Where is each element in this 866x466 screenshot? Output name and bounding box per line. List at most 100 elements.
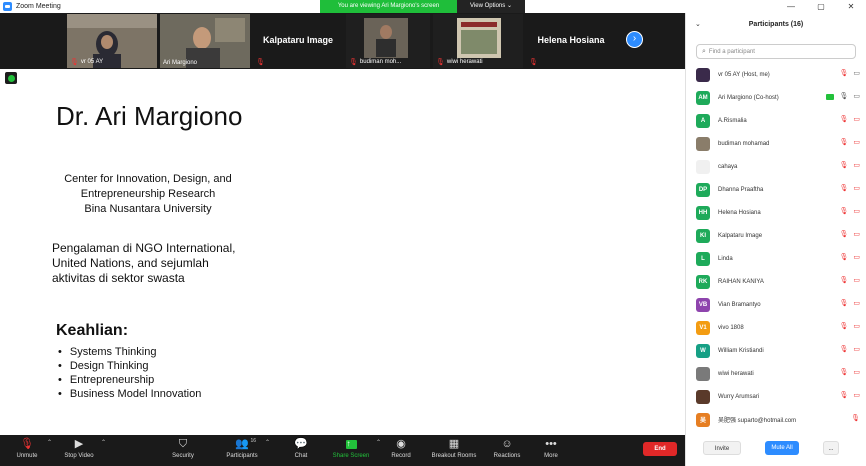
viewing-banner: You are viewing Ari Margiono's screen Vi… [320, 0, 525, 13]
participant-row[interactable]: V1 vivo 1808 🎙 ▭ [686, 316, 866, 339]
close-button[interactable]: ✕ [836, 0, 866, 13]
share-caret-icon[interactable]: ⌃ [376, 439, 381, 446]
participant-status-icons: 🎙 ▭ [839, 185, 860, 193]
unmute-caret-icon[interactable]: ⌃ [47, 439, 52, 446]
mic-on-icon[interactable]: 🎙 [839, 93, 848, 101]
video-on-icon[interactable]: ▭ [853, 70, 860, 78]
more-options-button[interactable]: ... [823, 441, 839, 455]
name-tile[interactable]: Kalpataru Image 🎙 [253, 14, 343, 68]
mic-off-icon[interactable]: 🎙 [839, 392, 848, 400]
mic-off-icon[interactable]: 🎙 [839, 70, 848, 78]
participant-row[interactable]: wiwi herawati 🎙 ▭ [686, 362, 866, 385]
participants-caret-icon[interactable]: ⌃ [265, 439, 270, 446]
invite-button[interactable]: Invite [703, 441, 741, 455]
skill-item: Design Thinking [58, 359, 201, 373]
mic-off-icon[interactable]: 🎙 [839, 323, 848, 331]
video-off-icon[interactable]: ▭ [853, 208, 860, 216]
participant-row[interactable]: vr 05 AY (Host, me) 🎙 ▭ [686, 63, 866, 86]
participants-button[interactable]: 👥 16 Participants ⌃ [220, 437, 270, 465]
slide-affiliation: Center for Innovation, Design, and Entre… [58, 172, 238, 217]
end-meeting-button[interactable]: End [643, 442, 677, 456]
participant-row[interactable]: HH Helena Hosiana 🎙 ▭ [686, 201, 866, 224]
security-button[interactable]: ⛉ Security [165, 437, 201, 465]
more-button[interactable]: ••• More [538, 437, 564, 465]
video-off-icon[interactable]: ▭ [853, 346, 860, 354]
mic-off-icon[interactable]: 🎙 [839, 185, 848, 193]
record-button[interactable]: ◉ Record [387, 437, 415, 465]
mic-off-icon[interactable]: 🎙 [839, 139, 848, 147]
mic-off-icon[interactable]: 🎙 [839, 116, 848, 124]
video-caret-icon[interactable]: ⌃ [101, 439, 106, 446]
participant-status-icons: 🎙 ▭ [839, 116, 860, 124]
stop-video-button[interactable]: ▶ Stop Video ⌃ [58, 437, 106, 465]
participant-row[interactable]: A A.Rismalia 🎙 ▭ [686, 109, 866, 132]
encryption-shield-icon[interactable] [5, 72, 17, 84]
minimize-button[interactable]: — [776, 0, 806, 13]
video-tile-active[interactable]: Ari Margiono [160, 14, 250, 68]
name-tile[interactable]: Helena Hosiana 🎙 [526, 14, 616, 68]
video-off-icon[interactable]: ▭ [853, 369, 860, 377]
maximize-button[interactable]: ▢ [806, 0, 836, 13]
video-off-icon[interactable]: ▭ [853, 323, 860, 331]
participant-row[interactable]: budiman mohamad 🎙 ▭ [686, 132, 866, 155]
tile-name: Ari Margiono [163, 60, 198, 66]
view-options-button[interactable]: View Options ⌄ [457, 0, 525, 13]
affiliation-line: Bina Nusantara University [84, 203, 212, 215]
mic-off-icon[interactable]: 🎙 [851, 415, 860, 423]
mic-off-icon[interactable]: 🎙 [839, 231, 848, 239]
mic-off-icon[interactable]: 🎙 [839, 369, 848, 377]
viewing-message: You are viewing Ari Margiono's screen [320, 0, 457, 13]
video-tile[interactable]: 🎙 wiwi herawati [433, 14, 523, 68]
participant-search-input[interactable]: ⌕ Find a participant [696, 44, 856, 59]
video-off-icon[interactable]: ▭ [853, 162, 860, 170]
tile-name: 🎙 budiman moh... [349, 59, 402, 66]
participant-name: Helena Hosiana [718, 209, 761, 216]
video-strip: 🎙 vr 05 AY Ari Margiono Kalpataru Image 🎙… [0, 13, 685, 69]
skill-item: Systems Thinking [58, 345, 201, 359]
mic-off-icon[interactable]: 🎙 [839, 277, 848, 285]
screen-share-icon [826, 94, 835, 100]
mic-off-icon[interactable]: 🎙 [839, 254, 848, 262]
participant-row[interactable]: Wurry Arumsari 🎙 ▭ [686, 385, 866, 408]
participant-row[interactable]: 吴 吴肥强 suparto@hotmail.com 🎙 [686, 408, 866, 431]
video-off-icon[interactable]: ▭ [853, 277, 860, 285]
video-tile[interactable]: 🎙 budiman moh... [346, 14, 430, 68]
video-off-icon[interactable]: ▭ [853, 185, 860, 193]
panel-header: ⌄ Participants (16) [686, 13, 866, 37]
video-off-icon[interactable]: ▭ [853, 231, 860, 239]
breakout-rooms-button[interactable]: ▦ Breakout Rooms [426, 437, 482, 465]
video-off-icon[interactable]: ▭ [853, 300, 860, 308]
participant-row[interactable]: AM Ari Margiono (Co-host) 🎙 ▭ [686, 86, 866, 109]
zoom-meeting-window: Zoom Meeting — ▢ ✕ You are viewing Ari M… [0, 0, 866, 466]
chat-button[interactable]: 💬 Chat [288, 437, 314, 465]
participant-row[interactable]: RK RAIHAN KANIYA 🎙 ▭ [686, 270, 866, 293]
participant-status-icons: 🎙 ▭ [839, 323, 860, 331]
participant-row[interactable]: L Linda 🎙 ▭ [686, 247, 866, 270]
participant-row[interactable]: DP Dhanna Praaftha 🎙 ▭ [686, 178, 866, 201]
video-off-icon[interactable]: ▭ [853, 392, 860, 400]
video-off-icon[interactable]: ▭ [853, 116, 860, 124]
video-off-icon[interactable]: ▭ [853, 139, 860, 147]
mic-off-icon[interactable]: 🎙 [839, 162, 848, 170]
mic-off-icon[interactable]: 🎙 [839, 208, 848, 216]
mic-off-icon[interactable]: 🎙 [839, 300, 848, 308]
share-screen-button[interactable]: Share Screen ⌃ [327, 437, 381, 465]
participant-list: vr 05 AY (Host, me) 🎙 ▭ AM Ari Margiono (Co-… [686, 63, 866, 431]
participant-name: vivo 1808 [718, 324, 744, 331]
mute-all-button[interactable]: Mute All [765, 441, 799, 455]
participant-row[interactable]: KI Kalpataru Image 🎙 ▭ [686, 224, 866, 247]
unmute-button[interactable]: 🎙 Unmute ⌃ [8, 437, 52, 465]
video-camera-icon: ▶ [74, 438, 84, 450]
next-page-chevron-icon[interactable]: › [626, 31, 643, 48]
video-off-icon[interactable]: ▭ [853, 254, 860, 262]
video-on-icon[interactable]: ▭ [853, 93, 860, 101]
mic-off-icon: 🎙 [256, 59, 265, 66]
reactions-button[interactable]: ☺ Reactions [490, 437, 524, 465]
mic-off-icon: 🎙 [349, 59, 358, 66]
participant-row[interactable]: VB Vian Bramantyo 🎙 ▭ [686, 293, 866, 316]
participant-name: budiman mohamad [718, 140, 770, 147]
participant-row[interactable]: cahaya 🎙 ▭ [686, 155, 866, 178]
video-tile[interactable]: 🎙 vr 05 AY [67, 14, 157, 68]
participant-row[interactable]: W William Kristiandi 🎙 ▭ [686, 339, 866, 362]
mic-off-icon[interactable]: 🎙 [839, 346, 848, 354]
